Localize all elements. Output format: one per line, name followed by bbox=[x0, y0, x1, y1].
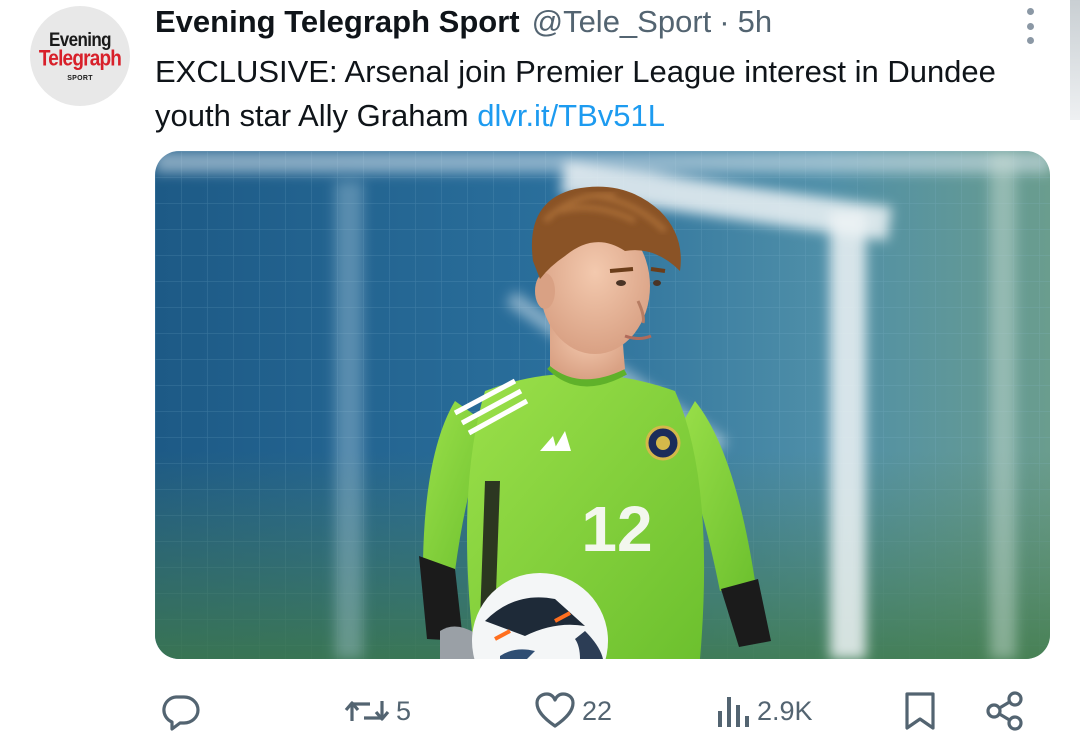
heart-icon bbox=[535, 692, 575, 728]
repost-count: 5 bbox=[396, 695, 412, 726]
bookmark-icon bbox=[905, 692, 935, 730]
avatar-logo-line3: SPORT bbox=[67, 75, 93, 82]
reply-icon bbox=[162, 695, 200, 731]
shirt-number: 12 bbox=[581, 493, 652, 565]
more-dot bbox=[1026, 8, 1034, 15]
like-count: 22 bbox=[582, 695, 613, 726]
more-dot bbox=[1026, 37, 1034, 44]
separator-dot: · bbox=[719, 4, 730, 39]
tweet-photo[interactable]: 12 bbox=[155, 151, 1050, 659]
tweet-actions: 5 22 2.9K bbox=[0, 684, 1080, 738]
views-button[interactable]: 2.9K bbox=[715, 684, 813, 738]
user-handle[interactable]: @Tele_Sport bbox=[532, 4, 712, 40]
reply-button[interactable] bbox=[160, 684, 200, 738]
bookmark-button[interactable] bbox=[903, 684, 937, 738]
tweet-link[interactable]: dlvr.it/TBv51L bbox=[477, 98, 665, 133]
more-options-icon[interactable] bbox=[1019, 8, 1041, 44]
views-icon bbox=[718, 697, 749, 727]
avatar-logo-line2: Telegraph bbox=[38, 47, 122, 72]
display-name[interactable]: Evening Telegraph Sport bbox=[155, 4, 520, 40]
photo-illustration: 12 bbox=[155, 151, 1050, 659]
tweet-header: Evening Telegraph Sport @Tele_Sport · 5h bbox=[155, 4, 772, 40]
repost-icon bbox=[344, 701, 390, 721]
repost-button[interactable]: 5 bbox=[344, 684, 411, 738]
like-button[interactable]: 22 bbox=[534, 684, 612, 738]
avatar[interactable]: Evening Telegraph SPORT bbox=[30, 6, 130, 106]
more-dot bbox=[1026, 22, 1034, 30]
views-count: 2.9K bbox=[757, 695, 813, 726]
timestamp[interactable]: 5h bbox=[738, 4, 772, 40]
share-button[interactable] bbox=[985, 684, 1025, 738]
tweet-text: EXCLUSIVE: Arsenal join Premier League i… bbox=[155, 50, 1035, 138]
screen-edge bbox=[1070, 0, 1080, 120]
share-icon bbox=[986, 691, 1023, 731]
